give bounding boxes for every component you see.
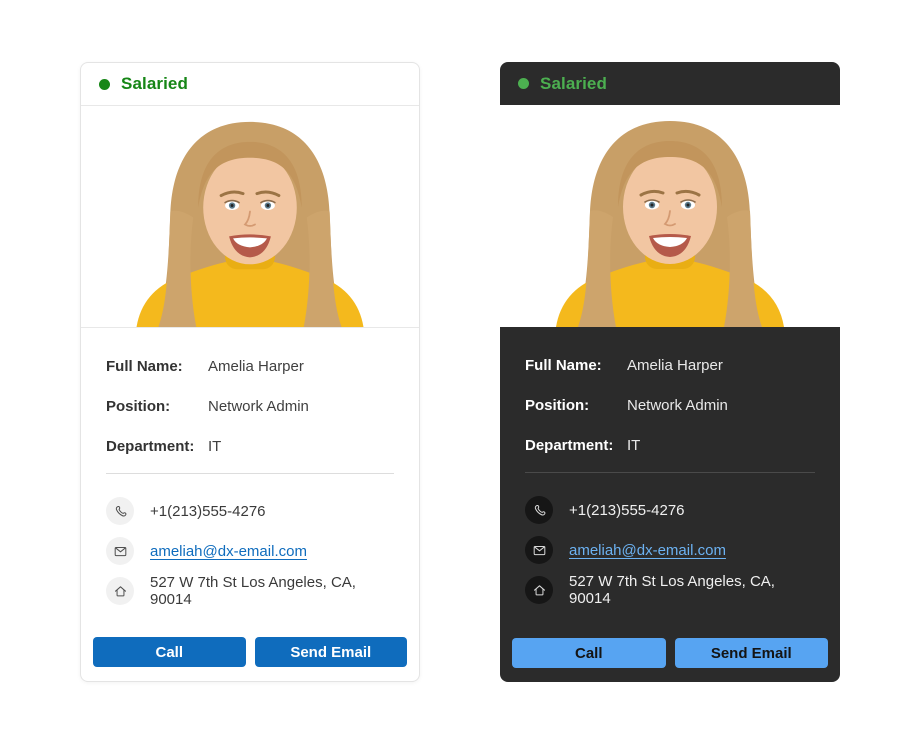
email-link[interactable]: ameliah@dx-email.com: [569, 542, 726, 559]
department-label: Department:: [525, 437, 627, 454]
status-dot-icon: [99, 79, 110, 90]
field-row-position: Position: Network Admin: [525, 385, 815, 425]
employee-card-dark: Salaried: [500, 62, 840, 682]
full-name-value: Amelia Harper: [627, 357, 723, 374]
address-text: 527 W 7th St Los Angeles, CA, 90014: [150, 574, 394, 608]
status-badge: Salaried: [540, 74, 607, 94]
address-text: 527 W 7th St Los Angeles, CA, 90014: [569, 573, 815, 607]
phone-icon: [106, 497, 134, 525]
status-badge: Salaried: [121, 74, 188, 94]
contact-row-email: ameliah@dx-email.com: [525, 536, 815, 564]
phone-number: +1(213)555-4276: [569, 502, 685, 519]
card-status-header: Salaried: [81, 63, 419, 106]
status-dot-icon: [518, 78, 529, 89]
full-name-label: Full Name:: [106, 358, 208, 375]
contact-row-address: 527 W 7th St Los Angeles, CA, 90014: [525, 576, 815, 604]
employee-photo: [81, 106, 419, 327]
send-email-button[interactable]: Send Email: [255, 637, 408, 667]
contact-row-address: 527 W 7th St Los Angeles, CA, 90014: [106, 577, 394, 605]
position-label: Position:: [525, 397, 627, 414]
phone-number: +1(213)555-4276: [150, 503, 266, 520]
employee-photo-frame: [500, 105, 840, 327]
call-button[interactable]: Call: [93, 637, 246, 667]
full-name-value: Amelia Harper: [208, 358, 304, 375]
contact-row-phone: +1(213)555-4276: [106, 497, 394, 525]
card-status-header: Salaried: [500, 62, 840, 105]
position-label: Position:: [106, 398, 208, 415]
field-row-department: Department: IT: [525, 425, 815, 465]
department-label: Department:: [106, 438, 208, 455]
position-value: Network Admin: [627, 397, 728, 414]
contact-section: +1(213)555-4276 ameliah@dx-email.com: [500, 473, 840, 604]
department-value: IT: [208, 438, 221, 455]
employee-card-demo-page: Salaried: [0, 0, 920, 741]
position-value: Network Admin: [208, 398, 309, 415]
send-email-button[interactable]: Send Email: [675, 638, 829, 668]
home-icon: [525, 576, 553, 604]
card-actions: Call Send Email: [93, 637, 407, 667]
employee-photo-frame: [81, 106, 419, 328]
contact-section: +1(213)555-4276 ameliah@dx-email.com: [81, 474, 419, 605]
field-row-full-name: Full Name: Amelia Harper: [525, 345, 815, 385]
field-row-full-name: Full Name: Amelia Harper: [106, 346, 394, 386]
full-name-label: Full Name:: [525, 357, 627, 374]
field-row-department: Department: IT: [106, 426, 394, 466]
phone-icon: [525, 496, 553, 524]
employee-card-light: Salaried: [80, 62, 420, 682]
employee-fields: Full Name: Amelia Harper Position: Netwo…: [500, 327, 840, 465]
contact-row-email: ameliah@dx-email.com: [106, 537, 394, 565]
email-icon: [525, 536, 553, 564]
field-row-position: Position: Network Admin: [106, 386, 394, 426]
email-icon: [106, 537, 134, 565]
card-actions: Call Send Email: [512, 638, 828, 668]
department-value: IT: [627, 437, 640, 454]
contact-row-phone: +1(213)555-4276: [525, 496, 815, 524]
call-button[interactable]: Call: [512, 638, 666, 668]
home-icon: [106, 577, 134, 605]
email-link[interactable]: ameliah@dx-email.com: [150, 543, 307, 560]
employee-fields: Full Name: Amelia Harper Position: Netwo…: [81, 328, 419, 466]
employee-photo: [500, 105, 840, 327]
